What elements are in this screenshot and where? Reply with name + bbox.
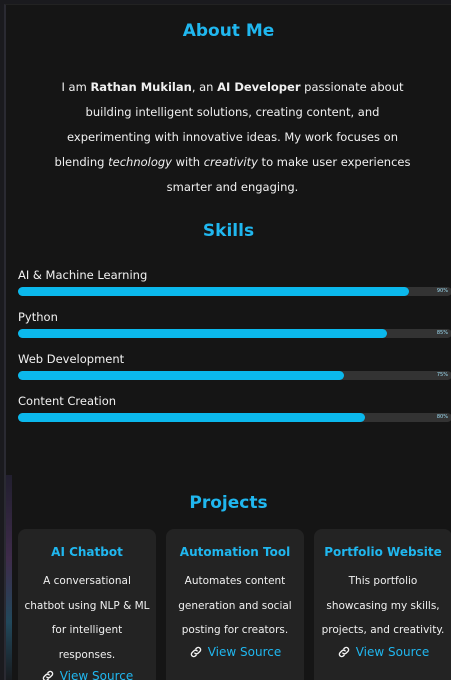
skill-bar: 90% bbox=[18, 287, 451, 296]
skills-list: AI & Machine Learning 90% Python 85% Web… bbox=[18, 267, 451, 435]
view-source-link[interactable]: View Source bbox=[337, 644, 430, 659]
skill-percent: 75% bbox=[436, 372, 448, 378]
skill-bar-fill bbox=[18, 413, 366, 422]
about-role: AI Developer bbox=[217, 79, 301, 94]
skill-bar: 85% bbox=[18, 329, 451, 338]
view-source-link[interactable]: View Source bbox=[41, 669, 134, 680]
link-icon bbox=[42, 670, 53, 680]
about-name: Rathan Mukilan bbox=[90, 79, 192, 94]
portfolio-page: About Me I am Rathan Mukilan, an AI Deve… bbox=[4, 4, 451, 680]
view-source-label: View Source bbox=[59, 669, 134, 680]
about-title: About Me bbox=[182, 21, 275, 41]
skill-item: Python 85% bbox=[18, 309, 451, 338]
view-source-label: View Source bbox=[207, 644, 282, 659]
projects-title: Projects bbox=[189, 493, 268, 513]
skill-bar: 75% bbox=[18, 371, 451, 380]
skill-name: AI & Machine Learning bbox=[18, 268, 148, 282]
skill-bar-fill bbox=[18, 287, 409, 296]
skill-item: Content Creation 80% bbox=[18, 393, 451, 422]
skill-bar-fill bbox=[18, 371, 344, 380]
view-source-label: View Source bbox=[355, 644, 430, 659]
about-intro: I am bbox=[61, 79, 91, 94]
skill-percent: 85% bbox=[436, 330, 448, 336]
project-description: This portfolio showcasing my skills, pro… bbox=[321, 575, 445, 636]
project-description: Automates content generation and social … bbox=[178, 575, 292, 636]
project-card: Automation Tool Automates content genera… bbox=[166, 529, 304, 680]
project-description: A conversational chatbot using NLP & ML … bbox=[24, 575, 150, 661]
project-card: AI Chatbot A conversational chatbot usin… bbox=[18, 529, 156, 680]
about-creativity: creativity bbox=[203, 154, 258, 169]
skills-title: Skills bbox=[202, 221, 255, 241]
project-title: AI Chatbot bbox=[51, 545, 123, 559]
skill-percent: 90% bbox=[436, 288, 448, 294]
about-tech: technology bbox=[108, 154, 172, 169]
project-card: Portfolio Website This portfolio showcas… bbox=[314, 529, 451, 680]
skill-bar: 80% bbox=[18, 413, 451, 422]
skill-item: AI & Machine Learning 90% bbox=[18, 267, 451, 296]
about-mid: , an bbox=[191, 79, 218, 94]
skill-item: Web Development 75% bbox=[18, 351, 451, 380]
about-with: with bbox=[171, 154, 204, 169]
link-icon bbox=[190, 646, 201, 657]
about-paragraph: I am Rathan Mukilan, an AI Developer pas… bbox=[42, 75, 423, 200]
project-title: Automation Tool bbox=[179, 545, 291, 559]
skill-percent: 80% bbox=[436, 414, 448, 420]
skill-name: Content Creation bbox=[18, 394, 117, 408]
skill-name: Python bbox=[18, 310, 58, 324]
skill-name: Web Development bbox=[18, 352, 125, 366]
link-icon bbox=[338, 646, 349, 657]
skill-bar-fill bbox=[18, 329, 387, 338]
project-title: Portfolio Website bbox=[324, 545, 442, 559]
view-source-link[interactable]: View Source bbox=[189, 644, 282, 659]
